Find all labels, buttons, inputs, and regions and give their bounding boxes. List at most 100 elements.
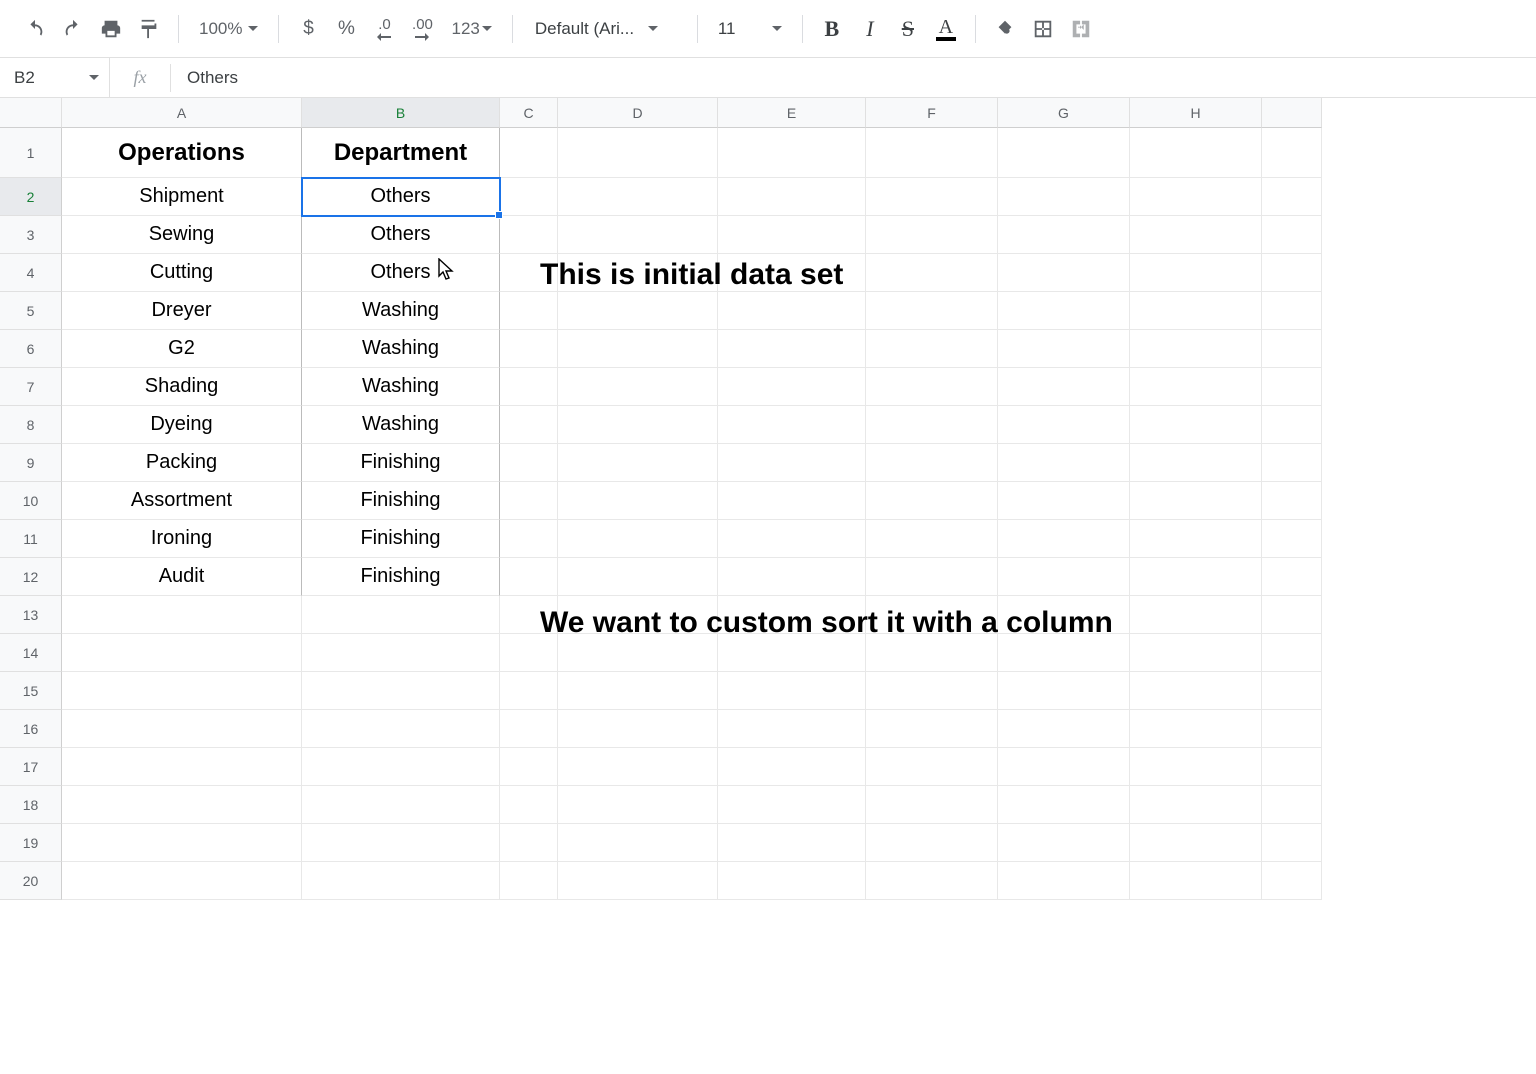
row: 19 (0, 824, 1536, 862)
cell-B1[interactable]: Department (302, 128, 500, 178)
cell-C1[interactable] (500, 128, 558, 178)
fill-color-button[interactable] (988, 11, 1022, 47)
percent-button[interactable]: % (329, 11, 363, 47)
col-header-D[interactable]: D (558, 98, 718, 128)
row-header-11[interactable]: 11 (0, 520, 62, 558)
borders-icon (1032, 18, 1054, 40)
name-box[interactable]: B2 (0, 58, 110, 97)
selection-handle[interactable] (495, 211, 503, 219)
fill-color-icon (994, 18, 1016, 40)
row-header-16[interactable]: 16 (0, 710, 62, 748)
cell-extra-1[interactable] (1262, 128, 1322, 178)
cell-A11[interactable]: Ironing (62, 520, 302, 558)
merge-cells-button[interactable] (1064, 11, 1098, 47)
cell-B2[interactable]: Others (302, 178, 500, 216)
row: 17 (0, 748, 1536, 786)
cell-A10[interactable]: Assortment (62, 482, 302, 520)
col-header-C[interactable]: C (500, 98, 558, 128)
currency-button[interactable]: $ (291, 11, 325, 47)
text-color-button[interactable]: A (929, 11, 963, 47)
row-header-1[interactable]: 1 (0, 128, 62, 178)
undo-button[interactable] (18, 11, 52, 47)
cell-B10[interactable]: Finishing (302, 482, 500, 520)
col-header-F[interactable]: F (866, 98, 998, 128)
col-header-B[interactable]: B (302, 98, 500, 128)
row-header-19[interactable]: 19 (0, 824, 62, 862)
row-header-5[interactable]: 5 (0, 292, 62, 330)
row: 16 (0, 710, 1536, 748)
cell-A8[interactable]: Dyeing (62, 406, 302, 444)
row-header-18[interactable]: 18 (0, 786, 62, 824)
row-header-14[interactable]: 14 (0, 634, 62, 672)
row-header-3[interactable]: 3 (0, 216, 62, 254)
row-header-13[interactable]: 13 (0, 596, 62, 634)
cell-A4[interactable]: Cutting (62, 254, 302, 292)
cell-A1[interactable]: Operations (62, 128, 302, 178)
cell-B3[interactable]: Others (302, 216, 500, 254)
cell-F2[interactable] (866, 178, 998, 216)
cell-A7[interactable]: Shading (62, 368, 302, 406)
cell-B7[interactable]: Washing (302, 368, 500, 406)
borders-button[interactable] (1026, 11, 1060, 47)
row-header-6[interactable]: 6 (0, 330, 62, 368)
toolbar: 100% $ % .0 .00 123 Default (Ari... 11 B… (0, 0, 1536, 58)
cell-H1[interactable] (1130, 128, 1262, 178)
number-format-dropdown[interactable]: 123 (443, 11, 499, 47)
row-header-4[interactable]: 4 (0, 254, 62, 292)
cell-B8[interactable]: Washing (302, 406, 500, 444)
row: 2 Shipment Others (0, 178, 1536, 216)
col-header-G[interactable]: G (998, 98, 1130, 128)
cell-G1[interactable] (998, 128, 1130, 178)
zoom-value: 100% (199, 19, 242, 39)
row-header-17[interactable]: 17 (0, 748, 62, 786)
cell-B12[interactable]: Finishing (302, 558, 500, 596)
cell-C2[interactable] (500, 178, 558, 216)
cell-F1[interactable] (866, 128, 998, 178)
row-header-12[interactable]: 12 (0, 558, 62, 596)
cell-E1[interactable] (718, 128, 866, 178)
print-button[interactable] (94, 11, 128, 47)
redo-button[interactable] (56, 11, 90, 47)
decrease-decimal-button[interactable]: .0 (367, 11, 401, 47)
paint-format-button[interactable] (132, 11, 166, 47)
cell-A9[interactable]: Packing (62, 444, 302, 482)
row-header-2[interactable]: 2 (0, 178, 62, 216)
cell-G2[interactable] (998, 178, 1130, 216)
cell-D2[interactable] (558, 178, 718, 216)
row-header-10[interactable]: 10 (0, 482, 62, 520)
col-header-E[interactable]: E (718, 98, 866, 128)
cell-B4[interactable]: Others (302, 254, 500, 292)
cell-B5[interactable]: Washing (302, 292, 500, 330)
strikethrough-button[interactable]: S (891, 11, 925, 47)
col-header-A[interactable]: A (62, 98, 302, 128)
formula-input[interactable]: Others (171, 68, 238, 88)
col-header-H[interactable]: H (1130, 98, 1262, 128)
row: 20 (0, 862, 1536, 900)
italic-button[interactable]: I (853, 11, 887, 47)
cell-A12[interactable]: Audit (62, 558, 302, 596)
cell-B11[interactable]: Finishing (302, 520, 500, 558)
bold-button[interactable]: B (815, 11, 849, 47)
row: 7 Shading Washing (0, 368, 1536, 406)
cell-B6[interactable]: Washing (302, 330, 500, 368)
cell-B9[interactable]: Finishing (302, 444, 500, 482)
font-dropdown[interactable]: Default (Ari... (525, 11, 685, 47)
cell-A3[interactable]: Sewing (62, 216, 302, 254)
row-header-9[interactable]: 9 (0, 444, 62, 482)
zoom-dropdown[interactable]: 100% (191, 11, 266, 47)
select-all-corner[interactable] (0, 98, 62, 128)
row-header-15[interactable]: 15 (0, 672, 62, 710)
row-header-7[interactable]: 7 (0, 368, 62, 406)
row-header-8[interactable]: 8 (0, 406, 62, 444)
cell-D1[interactable] (558, 128, 718, 178)
cell-E2[interactable] (718, 178, 866, 216)
increase-decimal-button[interactable]: .00 (405, 11, 439, 47)
row-header-20[interactable]: 20 (0, 862, 62, 900)
cell-A5[interactable]: Dreyer (62, 292, 302, 330)
cell-extra-2[interactable] (1262, 178, 1322, 216)
cell-H2[interactable] (1130, 178, 1262, 216)
cell-A2[interactable]: Shipment (62, 178, 302, 216)
cell-A6[interactable]: G2 (62, 330, 302, 368)
col-header-extra[interactable] (1262, 98, 1322, 128)
font-size-dropdown[interactable]: 11 (710, 19, 790, 39)
